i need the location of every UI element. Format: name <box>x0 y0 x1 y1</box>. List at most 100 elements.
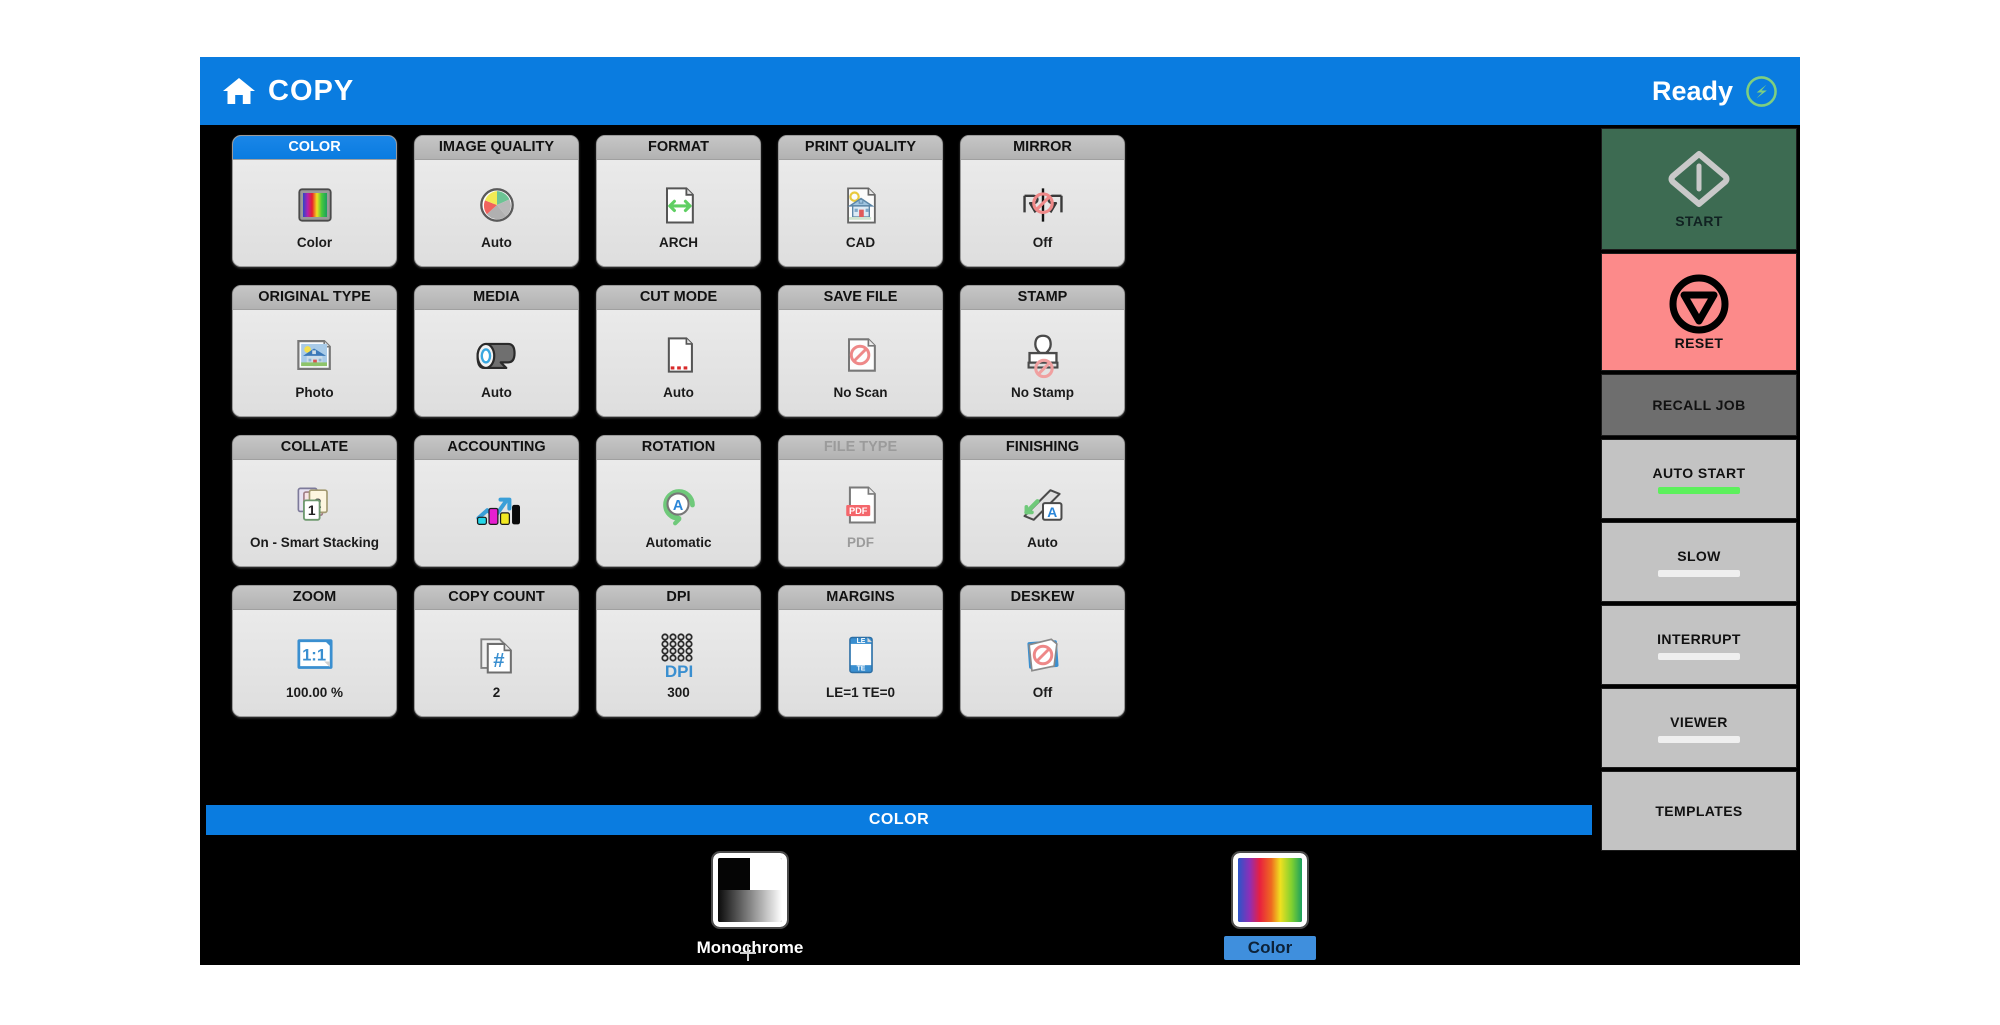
tile-title: COLOR <box>233 136 396 160</box>
tile-title: CUT MODE <box>597 286 760 310</box>
mouse-cursor <box>740 945 756 961</box>
tile-mirror[interactable]: MIRROR Off <box>960 135 1125 267</box>
accounting-icon <box>470 483 524 541</box>
tile-body: A Auto <box>961 460 1124 566</box>
sidebar-button-list: AUTO START SLOW INTERRUPT VIEWER TEMPLATES <box>1598 439 1800 854</box>
tile-body: 1:1 100.00 % <box>233 610 396 716</box>
tile-copy-count[interactable]: COPY COUNT #2 <box>414 585 579 717</box>
tile-title: FINISHING <box>961 436 1124 460</box>
tile-image-quality[interactable]: IMAGE QUALITY Auto <box>414 135 579 267</box>
deskew-off-icon <box>1018 626 1068 684</box>
svg-text:TE: TE <box>856 666 865 673</box>
tile-value: ARCH <box>659 235 698 250</box>
zoom-one-to-one-icon: 1:1 <box>290 626 340 684</box>
svg-text:1:1: 1:1 <box>302 646 326 665</box>
tile-title: IMAGE QUALITY <box>415 136 578 160</box>
recall-job-button[interactable]: RECALL JOB <box>1601 374 1797 436</box>
tile-title: MARGINS <box>779 586 942 610</box>
page-title: COPY <box>268 74 355 107</box>
tile-value: Auto <box>481 235 512 250</box>
tile-value: No Scan <box>833 385 888 400</box>
tile-title: FILE TYPE <box>779 436 942 460</box>
tile-deskew[interactable]: DESKEW Off <box>960 585 1125 717</box>
header-left: COPY <box>222 75 354 108</box>
tile-color[interactable]: COLOR Color <box>232 135 397 267</box>
tile-save-file[interactable]: SAVE FILE No Scan <box>778 285 943 417</box>
reset-button-label: RESET <box>1674 335 1724 351</box>
option-list: Monochrome Color <box>200 835 1598 960</box>
status-text: Ready <box>1651 75 1733 106</box>
house-page-icon <box>837 176 885 234</box>
energy-saver-icon[interactable] <box>1745 75 1778 108</box>
tile-value: Auto <box>481 385 512 400</box>
screen-body: COLOR Color IMAGE QUALITY Auto FORMAT ARCH PRI… <box>200 125 1800 965</box>
tile-original-type[interactable]: ORIGINAL TYPE Photo <box>232 285 397 417</box>
svg-text:1: 1 <box>307 502 315 518</box>
tile-rotation[interactable]: ROTATION A Automatic <box>596 435 761 567</box>
tile-media[interactable]: MEDIA Auto <box>414 285 579 417</box>
tile-title: COPY COUNT <box>415 586 578 610</box>
start-button[interactable]: START <box>1601 128 1797 250</box>
tile-margins[interactable]: MARGINS LE TE LE=1 TE=0 <box>778 585 943 717</box>
sidebar-button-viewer[interactable]: VIEWER <box>1601 688 1797 768</box>
sidebar-button-label: SLOW <box>1677 547 1721 564</box>
svg-text:A: A <box>672 498 683 514</box>
status-indicator <box>1658 486 1740 494</box>
tile-body: DPI 300 <box>597 610 760 716</box>
tile-title: MEDIA <box>415 286 578 310</box>
copy-count-icon: # <box>473 626 521 684</box>
tile-body: Auto <box>597 310 760 416</box>
power-diamond-icon <box>1666 149 1732 209</box>
action-sidebar: START RESET RECALL JOB AUTO START SLOW INT… <box>1598 125 1800 965</box>
option-bar-title: COLOR <box>206 805 1592 835</box>
status-indicator <box>1658 652 1740 660</box>
recall-job-label: RECALL JOB <box>1652 397 1746 413</box>
tile-value: Auto <box>663 385 694 400</box>
tile-value: Photo <box>295 385 334 400</box>
tile-body: ARCH <box>597 160 760 266</box>
tile-value: On - Smart Stacking <box>249 535 380 550</box>
tile-dpi[interactable]: DPI DPI 300 <box>596 585 761 717</box>
tile-accounting[interactable]: ACCOUNTING <box>414 435 579 567</box>
sidebar-button-slow[interactable]: SLOW <box>1601 522 1797 602</box>
reset-button[interactable]: RESET <box>1601 253 1797 371</box>
sidebar-button-templates[interactable]: TEMPLATES <box>1601 771 1797 851</box>
tile-body: Auto <box>415 310 578 416</box>
sidebar-button-label: VIEWER <box>1670 713 1728 730</box>
tile-value: Automatic <box>645 535 712 550</box>
option-monochrome[interactable]: Monochrome <box>490 851 1010 960</box>
dpi-icon: DPI <box>655 626 703 684</box>
tile-value: Color <box>296 235 333 250</box>
sidebar-button-interrupt[interactable]: INTERRUPT <box>1601 605 1797 685</box>
tile-stamp[interactable]: STAMP No Stamp <box>960 285 1125 417</box>
header-right: Ready <box>1652 75 1778 108</box>
tile-body: Color <box>233 160 396 266</box>
tile-zoom[interactable]: ZOOM 1:1 100.00 % <box>232 585 397 717</box>
photo-icon <box>291 326 339 384</box>
margins-icon: LE TE <box>837 626 885 684</box>
option-color[interactable]: Color <box>1010 851 1530 960</box>
svg-text:LE: LE <box>856 638 865 645</box>
sidebar-button-auto-start[interactable]: AUTO START <box>1601 439 1797 519</box>
tile-file-type: FILE TYPE PDF PDF <box>778 435 943 567</box>
tile-body: CAD <box>779 160 942 266</box>
collate-icon: 21 <box>291 476 339 534</box>
tile-title: DPI <box>597 586 760 610</box>
tile-print-quality[interactable]: PRINT QUALITY CAD <box>778 135 943 267</box>
no-scan-icon <box>837 326 885 384</box>
option-bar: COLOR Monochrome Color <box>200 805 1598 965</box>
tile-title: SAVE FILE <box>779 286 942 310</box>
tile-finishing[interactable]: FINISHING A Auto <box>960 435 1125 567</box>
status-indicator <box>1658 569 1740 577</box>
option-label: Color <box>1223 936 1317 960</box>
tile-title: ACCOUNTING <box>415 436 578 460</box>
paper-roll-icon <box>472 326 522 384</box>
rotation-auto-icon: A <box>654 476 704 534</box>
tile-body: No Scan <box>779 310 942 416</box>
home-icon[interactable] <box>222 76 256 106</box>
sidebar-button-label: TEMPLATES <box>1655 803 1743 819</box>
tile-body: 21On - Smart Stacking <box>233 460 396 566</box>
tile-format[interactable]: FORMAT ARCH <box>596 135 761 267</box>
tile-collate[interactable]: COLLATE21On - Smart Stacking <box>232 435 397 567</box>
tile-cut-mode[interactable]: CUT MODE Auto <box>596 285 761 417</box>
